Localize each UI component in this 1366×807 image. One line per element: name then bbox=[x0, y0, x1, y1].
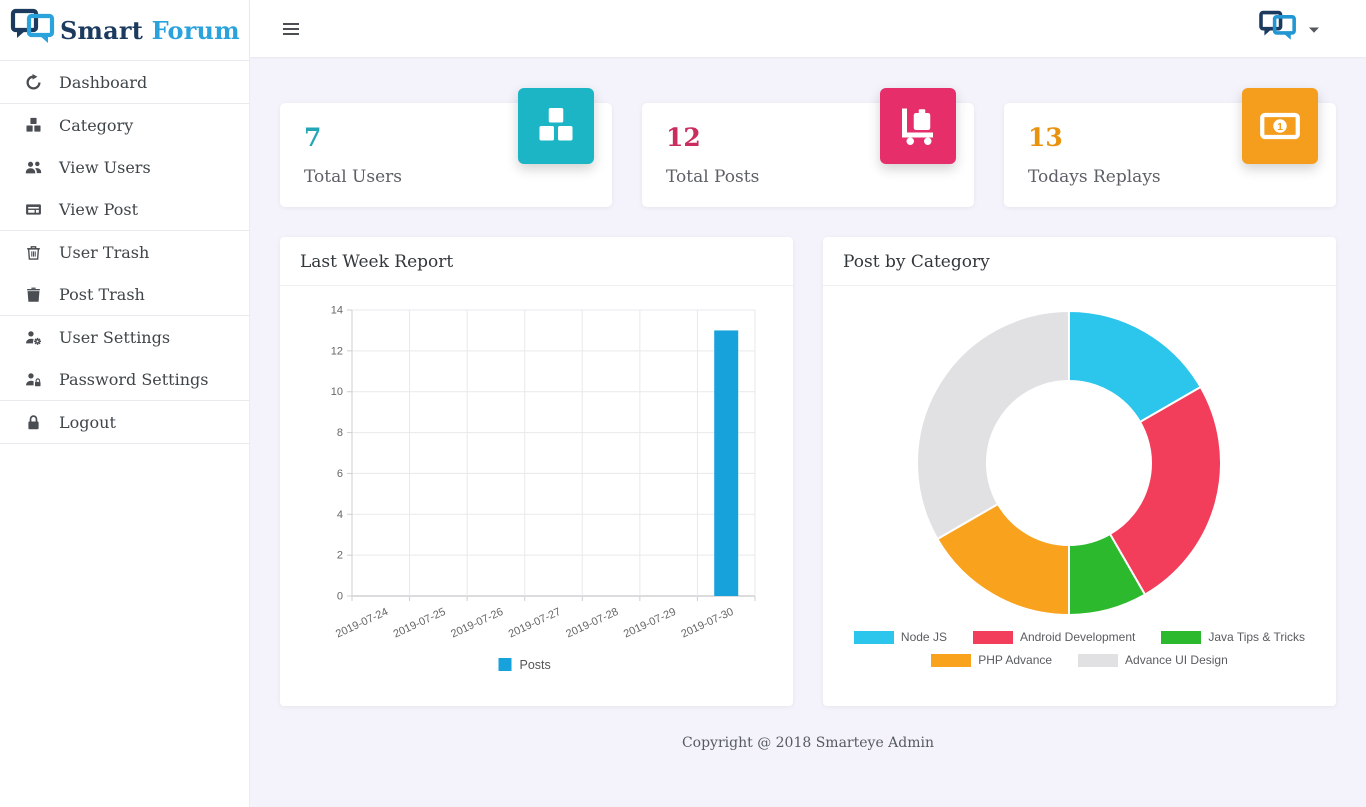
svg-text:6: 6 bbox=[337, 468, 343, 480]
legend-label: Android Development bbox=[1020, 630, 1135, 644]
panel-title: Post by Category bbox=[823, 237, 1336, 286]
svg-text:8: 8 bbox=[337, 427, 343, 439]
page-content: 7 Total Users 12 Total Posts 13 Todays R… bbox=[250, 57, 1366, 807]
sidebar-item-label: User Settings bbox=[59, 328, 170, 347]
sidebar-item-user-settings[interactable]: User Settings bbox=[0, 316, 249, 358]
trash-solid-icon bbox=[23, 286, 43, 303]
user-lock-icon bbox=[23, 371, 43, 388]
app-layout: Smart Forum Dashboard Category bbox=[0, 0, 1366, 807]
legend-swatch bbox=[499, 658, 512, 671]
money-bill-icon: 1 bbox=[1242, 88, 1318, 164]
chat-bubbles-logo-icon bbox=[1258, 10, 1298, 48]
sidebar-item-label: View Users bbox=[59, 158, 151, 177]
stat-label: Todays Replays bbox=[1028, 167, 1312, 187]
sidebar-item-label: Logout bbox=[59, 413, 116, 432]
svg-text:0: 0 bbox=[337, 591, 343, 603]
profile-dropdown[interactable] bbox=[1258, 10, 1320, 48]
last-week-report-panel: Last Week Report 024681012142019-07-2420… bbox=[280, 237, 793, 706]
topbar bbox=[250, 0, 1366, 57]
sidebar-item-label: User Trash bbox=[59, 243, 149, 262]
sidebar-menu: Dashboard Category View Users View Post bbox=[0, 60, 249, 444]
donut-slice-Advance UI Design bbox=[917, 311, 1069, 539]
svg-text:2019-07-30: 2019-07-30 bbox=[679, 606, 735, 641]
svg-text:2019-07-26: 2019-07-26 bbox=[449, 606, 505, 641]
sidebar-item-password-settings[interactable]: Password Settings bbox=[0, 358, 249, 400]
donut-legend: Node JS Android Development Java Tips & Tr… bbox=[833, 630, 1326, 667]
svg-text:2019-07-25: 2019-07-25 bbox=[392, 606, 448, 641]
cubes-icon bbox=[518, 88, 594, 164]
bar-chart: 024681012142019-07-242019-07-252019-07-2… bbox=[280, 286, 793, 706]
legend-label: Node JS bbox=[901, 630, 947, 644]
legend-item: Advance UI Design bbox=[1078, 653, 1228, 667]
users-icon bbox=[23, 159, 43, 176]
sidebar-item-label: Dashboard bbox=[59, 73, 147, 92]
sidebar-item-view-users[interactable]: View Users bbox=[0, 146, 249, 188]
trash-outline-icon bbox=[23, 244, 43, 261]
footer-copyright: Copyright @ 2018 Smarteye Admin bbox=[280, 706, 1336, 771]
legend-swatch bbox=[1078, 654, 1118, 667]
legend-item: Android Development bbox=[973, 630, 1135, 644]
app-logo[interactable]: Smart Forum bbox=[0, 0, 249, 60]
sidebar-item-label: View Post bbox=[59, 200, 138, 219]
main-area: 7 Total Users 12 Total Posts 13 Todays R… bbox=[250, 0, 1366, 807]
legend-swatch bbox=[931, 654, 971, 667]
legend-label: Posts bbox=[520, 658, 551, 672]
legend-label: Java Tips & Tricks bbox=[1208, 630, 1305, 644]
caret-down-icon bbox=[1308, 19, 1320, 38]
stat-label: Total Posts bbox=[666, 167, 950, 187]
legend-item: Java Tips & Tricks bbox=[1161, 630, 1305, 644]
chat-bubbles-logo-icon bbox=[10, 8, 56, 52]
stat-cards-row: 7 Total Users 12 Total Posts 13 Todays R… bbox=[280, 103, 1336, 207]
legend-swatch bbox=[854, 631, 894, 644]
legend-item: PHP Advance bbox=[931, 653, 1052, 667]
lock-icon bbox=[23, 414, 43, 431]
sidebar-item-dashboard[interactable]: Dashboard bbox=[0, 61, 249, 103]
stat-label: Total Users bbox=[304, 167, 588, 187]
legend-swatch bbox=[973, 631, 1013, 644]
panel-title: Last Week Report bbox=[280, 237, 793, 286]
app-title: Smart Forum bbox=[60, 16, 240, 45]
donut-chart: Node JS Android Development Java Tips & Tr… bbox=[823, 286, 1336, 682]
svg-text:2019-07-24: 2019-07-24 bbox=[334, 606, 390, 641]
newspaper-icon bbox=[23, 201, 43, 218]
sidebar-item-post-trash[interactable]: Post Trash bbox=[0, 273, 249, 315]
cubes-icon bbox=[23, 117, 43, 134]
legend-label: PHP Advance bbox=[978, 653, 1052, 667]
sidebar-item-label: Category bbox=[59, 116, 133, 135]
sidebar-item-category[interactable]: Category bbox=[0, 104, 249, 146]
charts-row: Last Week Report 024681012142019-07-2420… bbox=[280, 237, 1336, 706]
svg-text:12: 12 bbox=[331, 345, 343, 357]
sidebar-item-logout[interactable]: Logout bbox=[0, 401, 249, 443]
user-gear-icon bbox=[23, 329, 43, 346]
svg-text:2019-07-27: 2019-07-27 bbox=[507, 606, 563, 641]
svg-text:2: 2 bbox=[337, 550, 343, 562]
menu-divider bbox=[0, 443, 249, 444]
sidebar-item-label: Post Trash bbox=[59, 285, 145, 304]
sidebar-item-user-trash[interactable]: User Trash bbox=[0, 231, 249, 273]
stat-card-total-users: 7 Total Users bbox=[280, 103, 612, 207]
hamburger-icon[interactable] bbox=[283, 20, 299, 38]
legend-swatch bbox=[1161, 631, 1201, 644]
svg-text:10: 10 bbox=[331, 386, 343, 398]
post-by-category-panel: Post by Category Node JS Android Developm… bbox=[823, 237, 1336, 706]
legend-item: Node JS bbox=[854, 630, 947, 644]
sidebar-item-view-post[interactable]: View Post bbox=[0, 188, 249, 230]
svg-text:2019-07-29: 2019-07-29 bbox=[622, 606, 678, 641]
dolly-icon bbox=[880, 88, 956, 164]
sidebar-item-label: Password Settings bbox=[59, 370, 208, 389]
stat-card-total-posts: 12 Total Posts bbox=[642, 103, 974, 207]
stat-card-todays-replays: 13 Todays Replays 1 bbox=[1004, 103, 1336, 207]
refresh-icon bbox=[23, 74, 43, 91]
svg-text:2019-07-28: 2019-07-28 bbox=[564, 606, 620, 641]
svg-text:14: 14 bbox=[331, 305, 343, 317]
sidebar: Smart Forum Dashboard Category bbox=[0, 0, 250, 807]
legend-label: Advance UI Design bbox=[1125, 653, 1228, 667]
svg-text:1: 1 bbox=[1277, 121, 1283, 133]
bar-2019-07-30 bbox=[714, 330, 738, 596]
svg-text:4: 4 bbox=[337, 509, 343, 521]
